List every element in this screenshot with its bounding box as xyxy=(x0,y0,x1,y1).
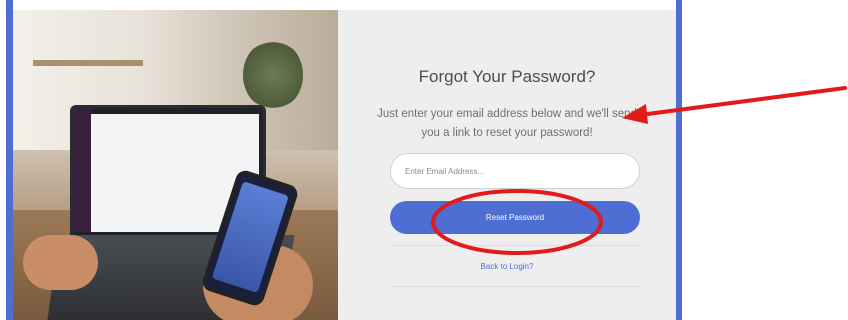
forgot-password-panel: Forgot Your Password? Just enter your em… xyxy=(338,10,676,320)
reset-password-button[interactable]: Reset Password xyxy=(390,201,640,234)
photo-laptop-sidebar xyxy=(73,108,91,232)
hero-photo xyxy=(13,10,338,320)
divider-bottom xyxy=(390,286,640,287)
photo-left-hand xyxy=(23,235,98,290)
login-page-frame: Forgot Your Password? Just enter your em… xyxy=(0,0,848,320)
back-to-login-link[interactable]: Back to Login? xyxy=(338,262,676,271)
left-border-bar xyxy=(6,0,13,320)
photo-shelf xyxy=(33,60,143,66)
right-border-bar xyxy=(676,0,682,320)
photo-plant xyxy=(243,40,303,110)
page-title: Forgot Your Password? xyxy=(418,67,596,86)
divider-top xyxy=(390,245,640,246)
email-field[interactable] xyxy=(390,153,640,189)
instructions-text: Just enter your email address below and … xyxy=(377,108,637,139)
